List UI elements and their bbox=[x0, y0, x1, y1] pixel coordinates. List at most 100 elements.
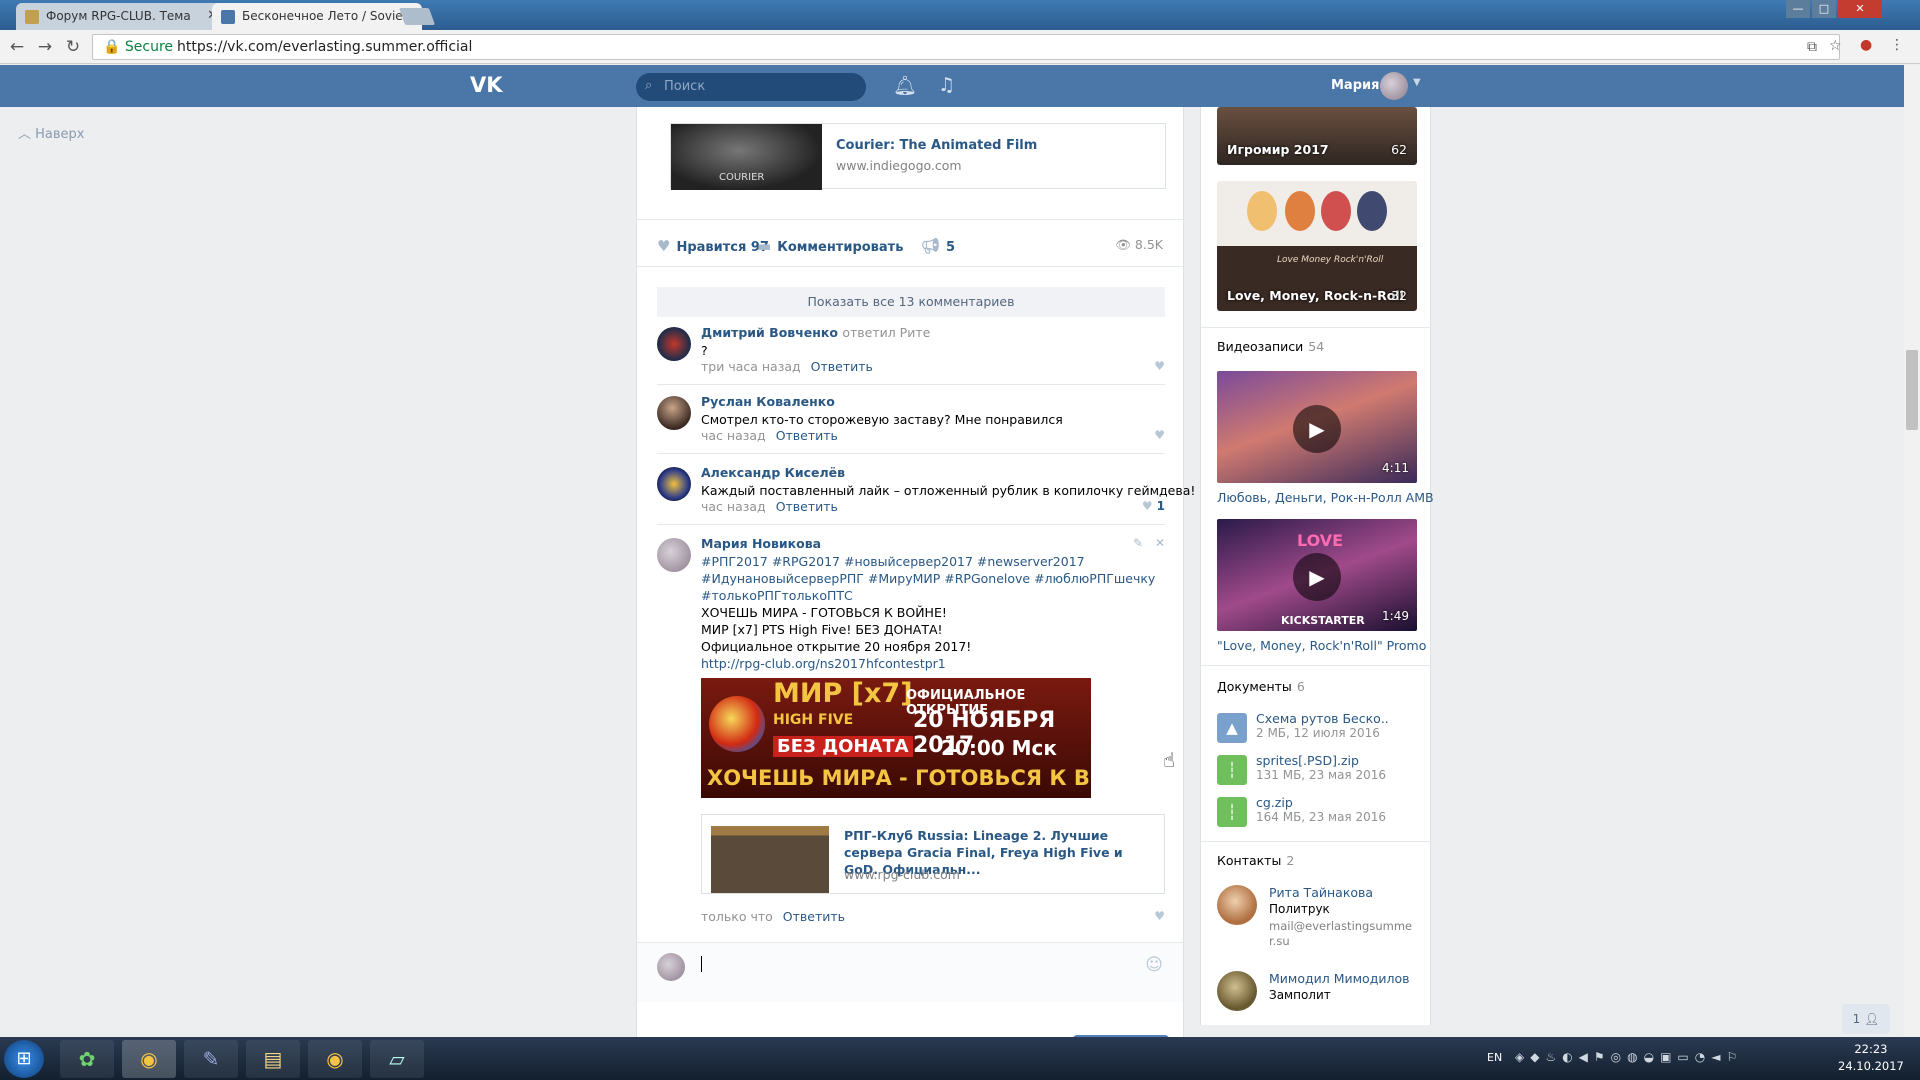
share-button[interactable]: 📢︎ 5 bbox=[921, 237, 955, 255]
video-title[interactable]: "Love, Money, Rock'n'Roll" Promo bbox=[1217, 638, 1426, 653]
back-icon[interactable]: ← bbox=[6, 37, 28, 57]
vk-logo[interactable]: VK bbox=[470, 73, 503, 97]
document-name[interactable]: cg.zip bbox=[1256, 795, 1293, 810]
avatar[interactable] bbox=[657, 538, 691, 572]
comment-time[interactable]: час назад bbox=[701, 428, 766, 443]
contact-name[interactable]: Мимодил Мимодилов bbox=[1269, 971, 1409, 986]
user-name[interactable]: Мария bbox=[1331, 78, 1379, 93]
like-button[interactable]: ♥ Нравится 97 bbox=[657, 237, 769, 255]
document-name[interactable]: Схема рутов Беско.. bbox=[1256, 711, 1389, 726]
forward-icon[interactable]: → bbox=[34, 37, 56, 57]
folder-icon[interactable]: ▤ bbox=[246, 1040, 300, 1078]
bookmark-star-icon[interactable]: ☆ bbox=[1829, 38, 1845, 54]
show-all-comments-button[interactable]: Показать все 13 комментариев bbox=[657, 287, 1165, 317]
close-window-button[interactable]: ✕ bbox=[1838, 0, 1882, 18]
chat-button[interactable]: 1 👤︎ bbox=[1842, 1004, 1890, 1034]
comment-time[interactable]: три часа назад bbox=[701, 359, 801, 374]
notepad-icon[interactable]: ▱ bbox=[370, 1040, 424, 1078]
comment-like-button[interactable]: ♥ 1 bbox=[1142, 499, 1165, 513]
reply-link[interactable]: Ответить bbox=[776, 499, 838, 514]
comment-composer[interactable]: ☺ bbox=[637, 942, 1183, 1002]
avatar[interactable] bbox=[657, 396, 691, 430]
document-item[interactable]: ▲ Схема рутов Беско.. 2 МБ, 12 июля 2016 bbox=[1217, 711, 1427, 745]
promo-banner-image[interactable]: МИР [x7] ОФИЦИАЛЬНОЕ ОТКРЫТИЕ HIGH FIVE … bbox=[701, 678, 1091, 798]
author-name[interactable]: Дмитрий Вовченко bbox=[701, 325, 838, 340]
url-text[interactable]: https://vk.com/everlasting.summer.offici… bbox=[177, 39, 472, 55]
comment-like-button[interactable]: ♥ bbox=[1154, 359, 1165, 373]
album-igromir[interactable]: Игромир 2017 62 bbox=[1217, 107, 1417, 165]
chrome-icon[interactable]: ◉ bbox=[122, 1040, 176, 1078]
document-name[interactable]: sprites[.PSD].zip bbox=[1256, 753, 1359, 768]
music-icon[interactable]: ♫ bbox=[938, 74, 955, 96]
link-title[interactable]: Courier: The Animated Film bbox=[836, 138, 1037, 153]
document-item[interactable]: ┆ sprites[.PSD].zip 131 МБ, 23 мая 2016 bbox=[1217, 753, 1427, 787]
comment-like-button[interactable]: ♥ bbox=[1154, 428, 1165, 442]
shared-link-card[interactable]: РПГ-Клуб Russia: Lineage 2. Лучшие серве… bbox=[701, 814, 1165, 894]
chrome-icon[interactable]: ◉ bbox=[308, 1040, 362, 1078]
contact-name[interactable]: Рита Тайнакова bbox=[1269, 885, 1373, 900]
comment-like-button[interactable]: ♥ bbox=[1154, 909, 1165, 923]
contact-item[interactable]: Рита Тайнакова Политрук mail@everlasting… bbox=[1217, 885, 1427, 955]
emoji-icon[interactable]: ☺ bbox=[1145, 955, 1163, 975]
comment-time[interactable]: только что bbox=[701, 909, 773, 924]
paint-icon[interactable]: ✎ bbox=[184, 1040, 238, 1078]
tab-rpg-club[interactable]: Форум RPG-CLUB. Тема ✕ bbox=[16, 3, 226, 30]
video-thumbnail[interactable]: ▶ 4:11 bbox=[1217, 371, 1417, 483]
translate-icon[interactable]: ⧉ bbox=[1807, 39, 1823, 55]
comment-link[interactable]: http://rpg-club.org/ns2017hfcontestpr1 bbox=[701, 655, 1155, 672]
documents-header[interactable]: Документы 6 bbox=[1217, 679, 1305, 694]
start-button[interactable]: ⊞ bbox=[4, 1040, 44, 1078]
play-icon[interactable]: ▶ bbox=[1293, 553, 1341, 601]
adblock-icon[interactable]: ● bbox=[1860, 37, 1876, 53]
document-item[interactable]: ┆ cg.zip 164 МБ, 23 мая 2016 bbox=[1217, 795, 1427, 829]
new-tab-button[interactable] bbox=[398, 8, 436, 25]
videos-header[interactable]: Видеозаписи 54 bbox=[1217, 339, 1324, 354]
maximize-button[interactable]: □ bbox=[1812, 0, 1836, 18]
clock[interactable]: 22:23 24.10.2017 bbox=[1838, 1041, 1904, 1075]
author-name[interactable]: Мария Новикова bbox=[701, 536, 821, 551]
edit-pencil-icon[interactable]: ✎ bbox=[1133, 536, 1143, 550]
avatar[interactable] bbox=[1217, 885, 1257, 925]
language-indicator[interactable]: EN bbox=[1487, 1051, 1502, 1064]
avatar[interactable] bbox=[657, 467, 691, 501]
video-thumbnail[interactable]: LOVE ▶ KICKSTARTER 1:49 bbox=[1217, 519, 1417, 631]
hashtags-line[interactable]: #толькоРПГтолькоПТС bbox=[701, 587, 1155, 604]
reload-icon[interactable]: ↻ bbox=[62, 37, 84, 57]
avatar[interactable] bbox=[657, 327, 691, 361]
reply-link[interactable]: Ответить bbox=[811, 359, 873, 374]
search-input[interactable]: ⌕ Поиск bbox=[636, 73, 866, 101]
author-name[interactable]: Александр Киселёв bbox=[701, 465, 845, 480]
avatar[interactable] bbox=[1217, 971, 1257, 1011]
reply-to[interactable]: ответил Рите bbox=[842, 325, 930, 340]
reply-link[interactable]: Ответить bbox=[783, 909, 845, 924]
section-title: Контакты bbox=[1217, 853, 1282, 868]
play-icon[interactable]: ▶ bbox=[1293, 405, 1341, 453]
author-name[interactable]: Руслан Коваленко bbox=[701, 394, 835, 409]
link-card[interactable]: COURIER Courier: The Animated Film www.i… bbox=[670, 123, 1166, 190]
back-to-top-link[interactable]: ︿ Наверх bbox=[18, 123, 85, 142]
comment-button[interactable]: ▬ Комментировать bbox=[757, 237, 903, 255]
hashtags-line[interactable]: #РПГ2017 #RPG2017 #новыйсервер2017 #news… bbox=[701, 553, 1155, 570]
comment-author[interactable]: Дмитрий Вовченко ответил Рите bbox=[701, 325, 930, 340]
reply-link[interactable]: Ответить bbox=[776, 428, 838, 443]
hashtags-line[interactable]: #ИдунановыйсерверРПГ #МируМИР #RPGonelov… bbox=[701, 570, 1155, 587]
video-title[interactable]: Любовь, Деньги, Рок-н-Ролл AMB bbox=[1217, 490, 1434, 505]
minimize-button[interactable]: — bbox=[1786, 0, 1810, 18]
delete-close-icon[interactable]: ✕ bbox=[1155, 536, 1165, 550]
page-scrollbar[interactable] bbox=[1904, 65, 1920, 1037]
album-love-money[interactable]: Love Money Rock'n'Roll Love, Money, Rock… bbox=[1217, 181, 1417, 311]
scrollbar-thumb[interactable] bbox=[1906, 350, 1918, 430]
icq-icon[interactable]: ✿ bbox=[60, 1040, 114, 1078]
contact-item[interactable]: Мимодил Мимодилов Замполит bbox=[1217, 971, 1427, 1013]
menu-icon[interactable]: ⋮ bbox=[1890, 37, 1906, 53]
tab-vk[interactable]: Бесконечное Лето / Soviet ✕ bbox=[212, 3, 422, 30]
comment-time[interactable]: час назад bbox=[701, 499, 766, 514]
address-bar[interactable]: 🔒 Secure https://vk.com/everlasting.summ… bbox=[92, 34, 1842, 60]
chevron-down-icon[interactable]: ▼ bbox=[1413, 77, 1421, 88]
contact-email[interactable]: mail@everlastingsummer.su bbox=[1269, 919, 1419, 949]
notifications-bell-icon[interactable]: 🔔︎ bbox=[893, 74, 917, 97]
secure-indicator[interactable]: 🔒 Secure bbox=[103, 39, 173, 55]
system-tray-icons[interactable]: ◈◆♨◐◀⚑◎◍◒▣▭◔◄⚐ bbox=[1515, 1050, 1743, 1064]
avatar[interactable] bbox=[1380, 72, 1408, 100]
contacts-header[interactable]: Контакты 2 bbox=[1217, 853, 1294, 868]
